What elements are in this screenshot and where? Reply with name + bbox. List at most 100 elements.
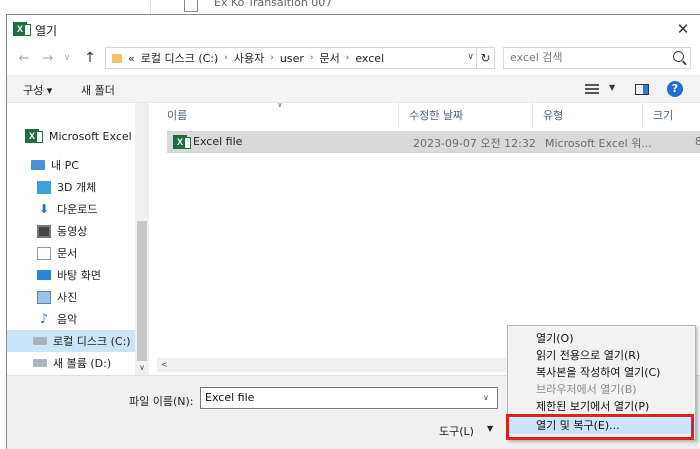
view-options-icon[interactable] bbox=[585, 84, 599, 95]
address-dropdown-icon[interactable]: ∨ bbox=[467, 52, 474, 62]
film-icon bbox=[37, 224, 51, 238]
command-toolbar: 구성 ▾ 새 폴더 ▼ ? bbox=[7, 75, 700, 103]
new-folder-button[interactable]: 새 폴더 bbox=[81, 82, 115, 98]
drive-icon bbox=[33, 359, 47, 367]
background-window-title: Ex Ko Transaltion 007 bbox=[214, 0, 333, 9]
file-size: 8 bbox=[695, 135, 700, 148]
sidebar-item-label: 문서 bbox=[57, 247, 78, 260]
column-header-size[interactable]: 크기 bbox=[643, 103, 700, 127]
scroll-left-icon[interactable]: < bbox=[161, 360, 168, 369]
sidebar-item-new-volume-d[interactable]: 새 볼륨 (D:) bbox=[33, 352, 149, 374]
recent-locations-button[interactable]: ∨ bbox=[61, 49, 73, 67]
picture-icon bbox=[37, 290, 51, 304]
tools-dropdown-icon[interactable]: ▼ bbox=[487, 424, 493, 433]
menu-item-open-in-browser: 브라우저에서 열기(B) bbox=[536, 383, 637, 396]
forward-button[interactable]: → bbox=[39, 49, 57, 67]
breadcrumb-separator-icon[interactable]: › bbox=[310, 53, 314, 63]
sidebar-item-label: 동영상 bbox=[57, 225, 88, 238]
breadcrumb-documents[interactable]: 문서 bbox=[320, 50, 340, 66]
column-header-label: 크기 bbox=[653, 109, 674, 122]
sidebar-item-documents[interactable]: 문서 bbox=[37, 242, 149, 264]
scroll-down-icon[interactable]: ∨ bbox=[135, 363, 149, 375]
file-name: Excel file bbox=[193, 135, 243, 148]
cube-icon bbox=[37, 180, 51, 194]
title-bar: X 열기 ✕ bbox=[7, 15, 700, 43]
dialog-title: 열기 bbox=[35, 24, 58, 38]
breadcrumb-excel[interactable]: excel bbox=[355, 52, 384, 65]
filename-dropdown-icon[interactable]: ∨ bbox=[483, 393, 489, 402]
annotation-highlight-box bbox=[506, 414, 694, 440]
drive-icon bbox=[33, 337, 47, 345]
sidebar-item-label: 3D 개체 bbox=[57, 181, 97, 194]
sidebar-item-label: Microsoft Excel bbox=[49, 129, 132, 143]
sidebar-item-label: 새 볼륨 (D:) bbox=[53, 357, 112, 370]
search-icon bbox=[673, 51, 684, 62]
sidebar-item-label: 사진 bbox=[57, 291, 78, 304]
menu-item-open[interactable]: 열기(O) bbox=[508, 331, 695, 347]
filename-input[interactable]: Excel file bbox=[200, 387, 498, 409]
search-input[interactable]: excel 검색 bbox=[503, 47, 691, 69]
table-row[interactable]: X Excel file 2023-09-07 오전 12:32 Microso… bbox=[167, 131, 700, 153]
close-button[interactable]: ✕ bbox=[669, 15, 697, 43]
navigation-pane: X Microsoft Excel 내 PC 3D 개체 ⬇ 다운로드 동영상 … bbox=[7, 103, 149, 375]
sidebar-item-desktop[interactable]: 바탕 화면 bbox=[37, 264, 149, 286]
excel-file-icon: X bbox=[173, 135, 191, 149]
sidebar-item-this-pc[interactable]: 내 PC bbox=[31, 154, 149, 176]
help-icon[interactable]: ? bbox=[667, 81, 683, 97]
excel-icon: X bbox=[25, 129, 43, 143]
file-list: 이름 ∨ 수정한 날짜 유형 크기 X Excel file 2023-09-0… bbox=[157, 103, 700, 359]
refresh-icon: ↻ bbox=[480, 51, 491, 65]
sidebar-item-microsoft-excel[interactable]: X Microsoft Excel bbox=[25, 125, 149, 147]
arrow-right-icon: → bbox=[42, 50, 54, 66]
breadcrumb-local-disk[interactable]: 로컬 디스크 (C:) bbox=[141, 50, 219, 66]
background-divider bbox=[150, 0, 151, 14]
column-header-type[interactable]: 유형 bbox=[533, 103, 643, 127]
breadcrumb-separator-icon[interactable]: › bbox=[346, 53, 350, 63]
sidebar-item-pictures[interactable]: 사진 bbox=[37, 286, 149, 308]
arrow-up-icon: ↑ bbox=[84, 50, 96, 66]
organize-button[interactable]: 구성 ▾ bbox=[23, 82, 52, 98]
filename-label: 파일 이름(N): bbox=[129, 395, 194, 408]
background-window: Ex Ko Transaltion 007 bbox=[0, 0, 700, 14]
breadcrumb-users[interactable]: 사용자 bbox=[234, 50, 264, 66]
column-header-name[interactable]: 이름 ∨ bbox=[157, 103, 399, 127]
resize-grip-icon[interactable]: ⋰⋰ bbox=[688, 440, 700, 447]
scrollbar-thumb[interactable] bbox=[137, 221, 147, 361]
view-dropdown-icon[interactable]: ▼ bbox=[609, 83, 615, 92]
menu-item-open-protected-view[interactable]: 제한된 보기에서 열기(P) bbox=[508, 399, 695, 415]
refresh-button[interactable]: ↻ bbox=[476, 48, 494, 68]
column-header-label: 수정한 날짜 bbox=[409, 109, 464, 122]
breadcrumb-overflow[interactable]: « bbox=[128, 52, 135, 65]
sidebar-item-label: 바탕 화면 bbox=[57, 269, 101, 282]
sort-chevron-icon: ∨ bbox=[277, 103, 283, 109]
horizontal-scrollbar[interactable]: < bbox=[157, 358, 517, 372]
sidebar-item-local-disk-c[interactable]: 로컬 디스크 (C:) bbox=[7, 330, 135, 352]
sidebar-item-label: 로컬 디스크 (C:) bbox=[53, 335, 131, 348]
address-bar[interactable]: « 로컬 디스크 (C:) › 사용자 › user › 문서 › excel … bbox=[105, 47, 495, 69]
menu-item-open-as-copy[interactable]: 복사본을 작성하여 열기(C) bbox=[508, 365, 695, 381]
column-header-modified[interactable]: 수정한 날짜 bbox=[399, 103, 533, 127]
background-file-icon bbox=[184, 0, 198, 12]
sidebar-item-label: 다운로드 bbox=[57, 203, 98, 216]
close-icon: ✕ bbox=[676, 20, 690, 38]
computer-icon bbox=[31, 160, 45, 170]
menu-item-open-read-only[interactable]: 읽기 전용으로 열기(R) bbox=[508, 348, 695, 364]
column-header-label: 이름 bbox=[167, 109, 188, 122]
sidebar-item-label: 내 PC bbox=[51, 159, 79, 172]
sidebar-item-music[interactable]: ♪ 음악 bbox=[37, 308, 149, 330]
sidebar-item-downloads[interactable]: ⬇ 다운로드 bbox=[37, 198, 149, 220]
file-type: Microsoft Excel 워... bbox=[545, 137, 652, 150]
arrow-left-icon: ← bbox=[18, 50, 30, 66]
preview-pane-icon[interactable] bbox=[635, 84, 649, 95]
tools-button[interactable]: 도구(L) bbox=[439, 423, 474, 439]
sidebar-item-videos[interactable]: 동영상 bbox=[37, 220, 149, 242]
breadcrumb-separator-icon[interactable]: › bbox=[270, 53, 274, 63]
navigation-pane-scrollbar[interactable]: ∨ bbox=[135, 103, 149, 375]
breadcrumb-separator-icon[interactable]: › bbox=[224, 53, 228, 63]
sidebar-item-3d-objects[interactable]: 3D 개체 bbox=[37, 176, 149, 198]
up-button[interactable]: ↑ bbox=[81, 49, 99, 67]
folder-icon bbox=[112, 53, 122, 63]
document-icon bbox=[37, 246, 51, 260]
breadcrumb-user[interactable]: user bbox=[280, 52, 304, 65]
back-button[interactable]: ← bbox=[15, 49, 33, 67]
